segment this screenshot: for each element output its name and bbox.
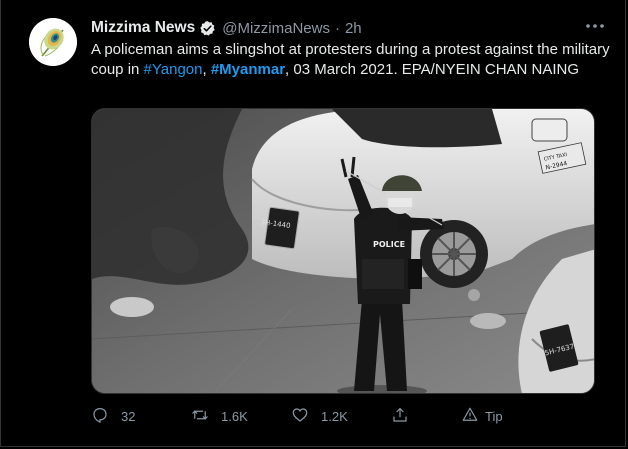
tip-button[interactable]: Tip [461,406,521,427]
retweet-count: 1.6K [221,408,248,424]
reply-icon [91,406,109,427]
tweet-actions: 32 1.6K 1.2K Tip [91,404,531,428]
hashtag-yangon[interactable]: #Yangon [144,61,203,78]
reply-count: 32 [121,408,136,424]
police-label: POLICE [373,240,405,249]
avatar[interactable] [29,18,77,66]
tweet-card[interactable]: Mizzima News @MizzimaNews · 2h A policem… [0,0,626,447]
hashtag-myanmar[interactable]: #Myanmar [211,61,285,78]
tweet-header: Mizzima News @MizzimaNews · 2h [91,18,362,38]
share-icon [391,406,409,427]
peacock-feather-logo [29,18,77,66]
tip-label: Tip [485,408,503,424]
reply-button[interactable]: 32 [91,406,191,427]
tweet-text-part: , [202,61,211,78]
author-handle[interactable]: @MizzimaNews [222,20,330,37]
retweet-icon [191,406,209,427]
separator-dot: · [334,19,340,37]
like-icon [291,406,309,427]
like-button[interactable]: 1.2K [291,406,391,427]
tip-icon [461,406,479,427]
author-name[interactable]: Mizzima News [91,19,195,37]
verified-badge-icon [199,20,216,37]
more-icon[interactable] [583,16,607,36]
tweet-timestamp[interactable]: 2h [345,20,362,37]
tweet-text: A policeman aims a slingshot at proteste… [91,40,611,80]
tweet-photo[interactable]: 3H-1440 CITY TAXI N-2944 5H-7637 POLICE [91,108,595,394]
share-button[interactable] [391,406,461,427]
like-count: 1.2K [321,408,348,424]
tweet-text-part: , 03 March 2021. EPA/NYEIN CHAN NAING [285,61,580,78]
retweet-button[interactable]: 1.6K [191,406,291,427]
